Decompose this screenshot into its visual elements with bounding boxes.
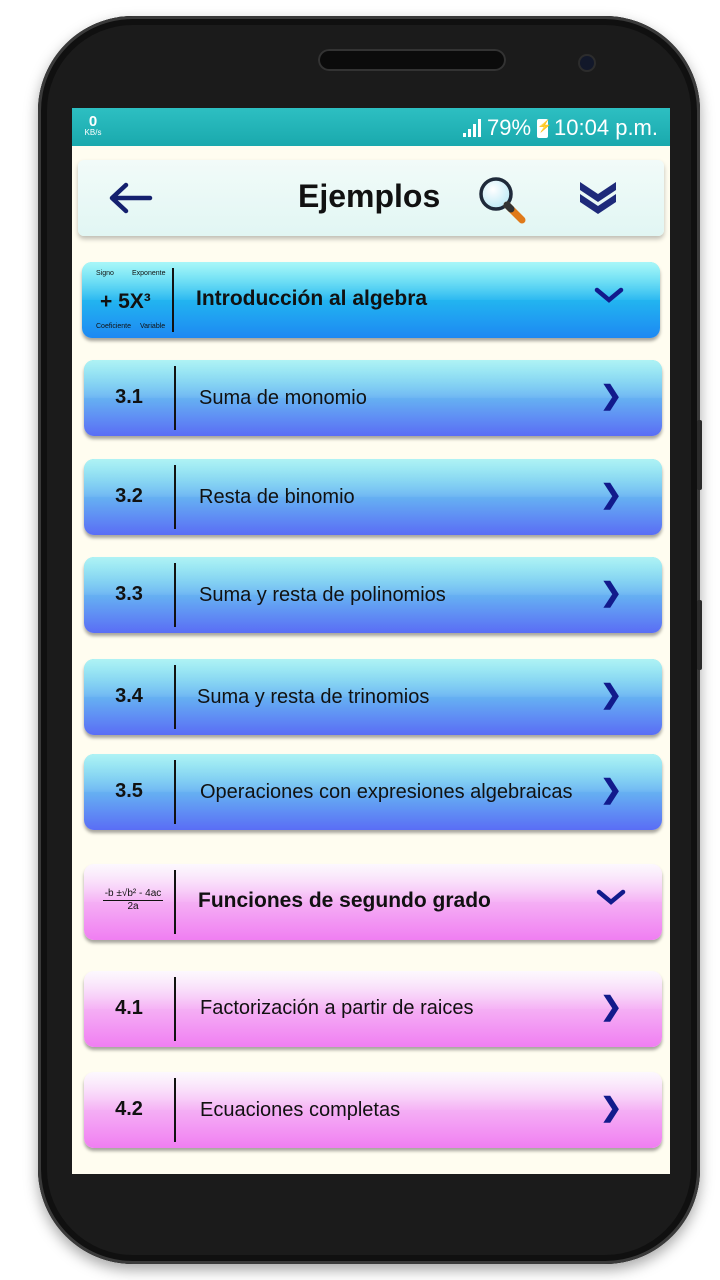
power-button [697, 600, 702, 670]
item-number: 4.1 [115, 997, 143, 1019]
monomial-thumbnail: Signo Exponente + 5X³ Coeficiente Variab… [88, 268, 172, 332]
section-header-algebra[interactable]: Signo Exponente + 5X³ Coeficiente Variab… [82, 262, 660, 338]
thumb-label-signo: Signo [96, 270, 114, 277]
item-label: Operaciones con expresiones algebraicas [200, 781, 573, 803]
status-bar: 0 KB/s 79% 10:04 p.m. [72, 108, 670, 146]
row-divider [174, 665, 176, 729]
row-divider [172, 268, 174, 332]
volume-button [697, 420, 702, 490]
app-bar: Ejemplos [78, 160, 664, 236]
row-divider [174, 465, 176, 529]
search-icon[interactable] [476, 174, 528, 224]
clock: 10:04 p.m. [554, 115, 658, 140]
item-label: Resta de binomio [199, 486, 355, 508]
list-item-4-1[interactable]: 4.1 Factorización a partir de raices ❯ [84, 971, 662, 1047]
section-title: Introducción al algebra [196, 287, 428, 310]
formula-numerator: -b ±√b² - 4ac [102, 888, 164, 901]
chevron-right-icon: ❯ [600, 1092, 622, 1122]
list-item-3-3[interactable]: 3.3 Suma y resta de polinomios ❯ [84, 557, 662, 633]
network-speed: 0 KB/s [80, 114, 106, 137]
chevron-right-icon: ❯ [600, 479, 622, 509]
row-divider [174, 563, 176, 627]
screen: 0 KB/s 79% 10:04 p.m. Ejemplos [72, 108, 670, 1174]
thumb-label-exponente: Exponente [132, 270, 166, 277]
battery-charging-icon [537, 118, 552, 138]
item-number: 3.4 [115, 685, 143, 707]
network-speed-value: 0 [88, 113, 98, 130]
front-camera [580, 56, 594, 70]
item-number: 3.5 [115, 780, 143, 802]
item-label: Ecuaciones completas [200, 1099, 401, 1121]
chevron-down-icon [596, 889, 626, 905]
speaker-grille [318, 49, 506, 71]
quadratic-formula-thumbnail: -b ±√b² - 4ac 2a [92, 888, 174, 913]
network-speed-unit: KB/s [84, 128, 102, 137]
item-number: 3.3 [115, 583, 143, 605]
list-item-3-2[interactable]: 3.2 Resta de binomio ❯ [84, 459, 662, 535]
item-number: 3.1 [115, 386, 143, 408]
row-divider [174, 870, 176, 934]
chevron-right-icon: ❯ [600, 380, 622, 410]
formula-denominator: 2a [127, 901, 139, 912]
double-chevron-down-icon[interactable] [576, 178, 620, 216]
row-divider [174, 977, 176, 1041]
list-item-4-2[interactable]: 4.2 Ecuaciones completas ❯ [84, 1072, 662, 1148]
list-item-3-1[interactable]: 3.1 Suma de monomio ❯ [84, 360, 662, 436]
battery-percent: 79% [487, 115, 532, 140]
item-number: 3.2 [115, 485, 143, 507]
section-title: Funciones de segundo grado [198, 889, 491, 912]
thumb-label-coeficiente: Coeficiente [96, 323, 132, 330]
chevron-right-icon: ❯ [600, 774, 622, 804]
chevron-right-icon: ❯ [600, 577, 622, 607]
arrow-left-icon[interactable] [106, 178, 154, 218]
row-divider [174, 1078, 176, 1142]
signal-icon [463, 119, 481, 137]
page-title: Ejemplos [298, 178, 441, 214]
row-divider [174, 760, 176, 824]
thumb-label-variable: Variable [140, 323, 166, 330]
item-label: Suma de monomio [199, 387, 367, 409]
chevron-right-icon: ❯ [600, 679, 622, 709]
row-divider [174, 366, 176, 430]
chevron-right-icon: ❯ [600, 991, 622, 1021]
chevron-down-icon [594, 287, 624, 303]
item-label: Suma y resta de trinomios [197, 686, 430, 708]
item-label: Factorización a partir de raices [200, 997, 474, 1019]
list-item-3-5[interactable]: 3.5 Operaciones con expresiones algebrai… [84, 754, 662, 830]
item-number: 4.2 [115, 1098, 143, 1120]
section-header-funciones[interactable]: -b ±√b² - 4ac 2a Funciones de segundo gr… [84, 864, 662, 940]
thumb-expression: + 5X³ [100, 290, 151, 313]
item-label: Suma y resta de polinomios [199, 584, 446, 606]
list-item-3-4[interactable]: 3.4 Suma y resta de trinomios ❯ [84, 659, 662, 735]
